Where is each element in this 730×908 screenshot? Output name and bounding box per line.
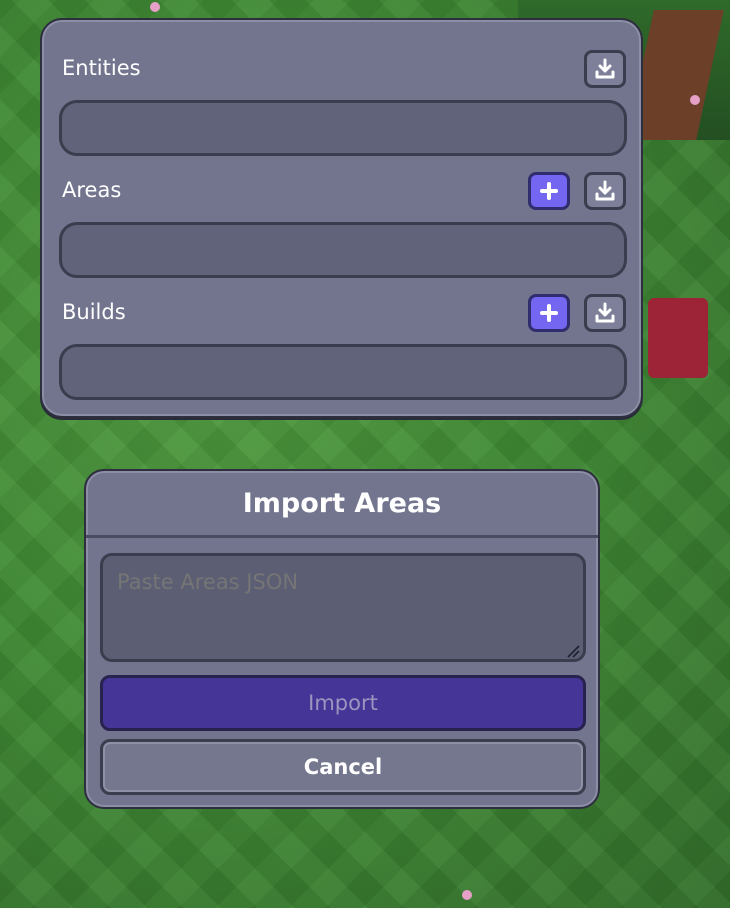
entities-field[interactable] bbox=[59, 100, 627, 156]
areas-label: Areas bbox=[62, 178, 122, 202]
areas-json-input[interactable] bbox=[100, 553, 586, 662]
builds-add-button[interactable] bbox=[528, 294, 570, 332]
flower-decoration bbox=[150, 2, 160, 12]
download-icon bbox=[593, 301, 617, 325]
flower-decoration bbox=[462, 890, 472, 900]
download-icon bbox=[593, 57, 617, 81]
import-areas-dialog: Import Areas Import Cancel bbox=[84, 469, 600, 809]
cancel-button[interactable]: Cancel bbox=[100, 739, 586, 795]
entities-download-button[interactable] bbox=[584, 50, 626, 88]
plus-icon bbox=[539, 303, 559, 323]
resource-panel: Entities Areas Builds bbox=[40, 18, 643, 418]
entities-label: Entities bbox=[62, 56, 141, 80]
builds-label: Builds bbox=[62, 300, 126, 324]
import-button[interactable]: Import bbox=[100, 675, 586, 731]
flower-bed bbox=[648, 298, 708, 378]
flower-decoration bbox=[690, 95, 700, 105]
resize-grip-icon[interactable] bbox=[566, 643, 580, 658]
areas-download-button[interactable] bbox=[584, 172, 626, 210]
builds-field[interactable] bbox=[59, 344, 627, 400]
plus-icon bbox=[539, 181, 559, 201]
dialog-title: Import Areas bbox=[86, 471, 598, 538]
builds-download-button[interactable] bbox=[584, 294, 626, 332]
areas-add-button[interactable] bbox=[528, 172, 570, 210]
download-icon bbox=[593, 179, 617, 203]
areas-field[interactable] bbox=[59, 222, 627, 278]
